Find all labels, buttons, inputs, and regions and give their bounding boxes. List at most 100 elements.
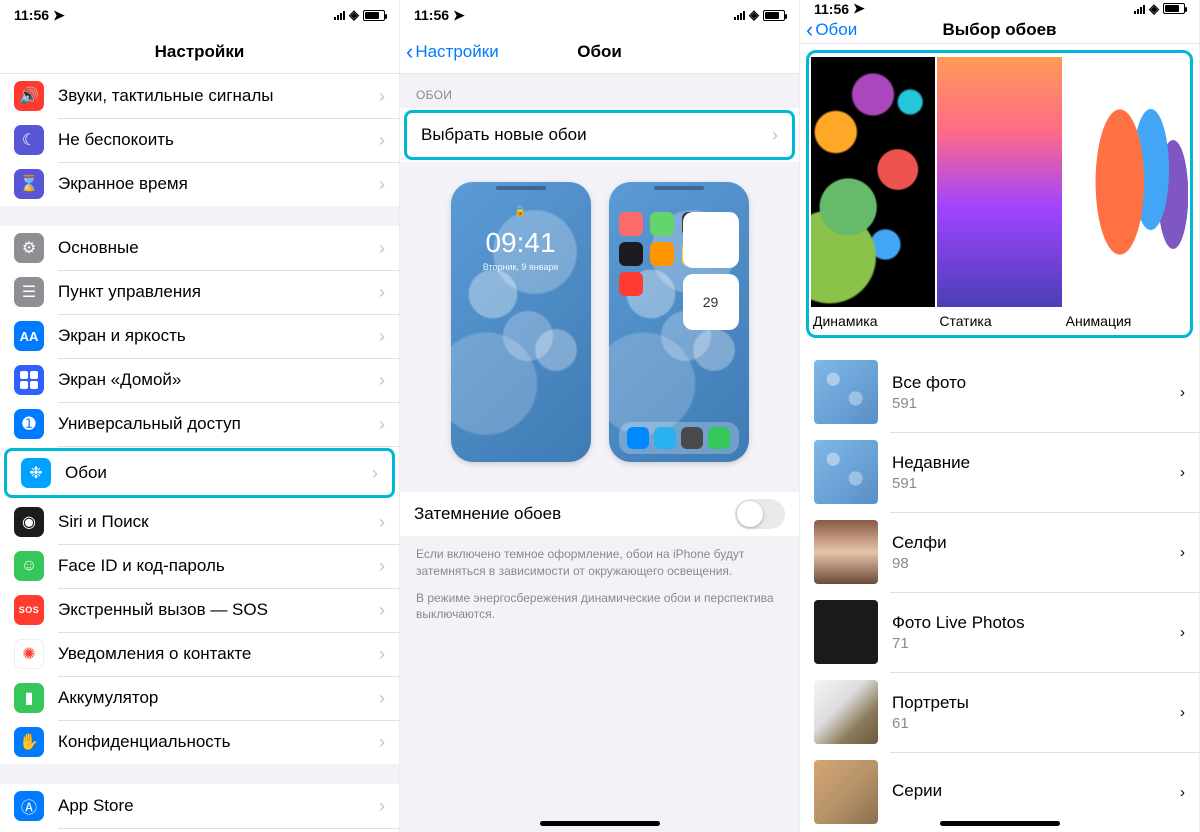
sos-icon: SOS xyxy=(14,595,44,625)
album-name: Все фото xyxy=(892,373,1180,393)
row-general[interactable]: ⚙Основные› xyxy=(0,226,399,270)
row-privacy[interactable]: ✋Конфиденциальность› xyxy=(0,720,399,764)
cell-signal-icon xyxy=(334,10,345,20)
row-sounds[interactable]: 🔊Звуки, тактильные сигналы› xyxy=(0,74,399,118)
back-button[interactable]: ‹ Обои xyxy=(806,18,857,43)
home-indicator[interactable] xyxy=(540,821,660,826)
dim-wallpaper-switch[interactable] xyxy=(735,499,785,529)
chevron-right-icon: › xyxy=(372,463,378,484)
back-button[interactable]: ‹ Настройки xyxy=(406,30,499,73)
row-access[interactable]: ➊Универсальный доступ› xyxy=(0,402,399,446)
row-label: Аккумулятор xyxy=(58,688,373,708)
chevron-right-icon: › xyxy=(379,796,385,817)
chevron-left-icon: ‹ xyxy=(406,41,413,63)
album-thumbnail xyxy=(814,440,878,504)
row-control[interactable]: ☰Пункт управления› xyxy=(0,270,399,314)
lockscreen-preview[interactable]: 🔒 09:41 Вторник, 9 января xyxy=(451,182,591,462)
row-home[interactable]: Экран «Домой» › xyxy=(0,358,399,402)
hand-icon: ✋ xyxy=(14,727,44,757)
screen-wallpaper-picker: 11:56 ➤ ◈ ‹ Обои Выбор обоев ДинамикаСта… xyxy=(800,0,1200,832)
section-header-wallpaper: ОБОИ xyxy=(400,74,799,108)
chevron-right-icon: › xyxy=(379,556,385,577)
album-name: Портреты xyxy=(892,693,1180,713)
chevron-right-icon: › xyxy=(379,326,385,347)
row-label: Универсальный доступ xyxy=(58,414,373,434)
choose-new-wallpaper-row[interactable]: Выбрать новые обои › xyxy=(407,113,792,157)
row-battery[interactable]: ▮Аккумулятор› xyxy=(0,676,399,720)
category-label: Динамика xyxy=(811,307,935,331)
volume-icon: 🔊 xyxy=(14,81,44,111)
home-indicator[interactable] xyxy=(940,821,1060,826)
chevron-right-icon: › xyxy=(379,688,385,709)
album-name: Недавние xyxy=(892,453,1180,473)
row-label: Обои xyxy=(65,463,366,483)
wifi-icon: ◈ xyxy=(1149,1,1159,17)
hourglass-icon: ⌛ xyxy=(14,169,44,199)
album-all-photos[interactable]: Все фото591› xyxy=(800,352,1199,432)
choose-new-wallpaper-label: Выбрать новые обои xyxy=(421,125,766,145)
row-label: Не беспокоить xyxy=(58,130,373,150)
battery-icon xyxy=(363,10,385,21)
chevron-right-icon: › xyxy=(379,174,385,195)
chevron-right-icon: › xyxy=(1180,384,1185,401)
chevron-right-icon: › xyxy=(1180,464,1185,481)
statusbar: 11:56 ➤ ◈ xyxy=(800,0,1199,18)
nav-header: ‹ Настройки Обои xyxy=(400,30,799,74)
widget-weather xyxy=(683,212,739,268)
chevron-right-icon: › xyxy=(379,130,385,151)
album-livephotos[interactable]: Фото Live Photos71› xyxy=(800,592,1199,672)
album-thumbnail xyxy=(814,360,878,424)
row-siri[interactable]: ◉Siri и Поиск› xyxy=(0,500,399,544)
row-label: Звуки, тактильные сигналы xyxy=(58,86,373,106)
row-exposure[interactable]: ✺Уведомления о контакте› xyxy=(0,632,399,676)
row-screentime[interactable]: ⌛Экранное время› xyxy=(0,162,399,206)
row-wallpaper[interactable]: ❉Обои› xyxy=(7,451,392,495)
battery-icon xyxy=(763,10,785,21)
category-dynamic[interactable]: Динамика xyxy=(811,57,935,331)
row-label: Экран «Домой» xyxy=(58,370,373,390)
album-portraits[interactable]: Портреты61› xyxy=(800,672,1199,752)
back-label: Настройки xyxy=(415,42,498,62)
row-faceid[interactable]: ☺ Face ID и код-пароль › xyxy=(0,544,399,588)
wifi-icon: ◈ xyxy=(749,7,759,23)
settings-list[interactable]: 🔊Звуки, тактильные сигналы›☾Не беспокоит… xyxy=(0,74,399,832)
album-recents[interactable]: Недавние 591› xyxy=(800,432,1199,512)
chevron-right-icon: › xyxy=(379,370,385,391)
dim-wallpaper-row[interactable]: Затемнение обоев xyxy=(400,492,799,536)
siri-icon: ◉ xyxy=(14,507,44,537)
back-label: Обои xyxy=(815,20,857,40)
album-count: 591 xyxy=(892,475,1180,492)
lockscreen-date: Вторник, 9 января xyxy=(451,262,591,272)
category-static[interactable]: Статика xyxy=(937,57,1061,331)
gear-icon: ⚙ xyxy=(14,233,44,263)
statusbar: 11:56 ➤ ◈ xyxy=(0,0,399,30)
album-thumbnail xyxy=(814,760,878,824)
faceid-icon: ☺ xyxy=(14,551,44,581)
homescreen-preview[interactable]: 29 xyxy=(609,182,749,462)
row-appstore[interactable]: ⒶApp Store› xyxy=(0,784,399,828)
row-dnd[interactable]: ☾Не беспокоить› xyxy=(0,118,399,162)
chevron-right-icon: › xyxy=(379,238,385,259)
aa-icon: AA xyxy=(14,321,44,351)
album-thumbnail xyxy=(814,600,878,664)
wifi-icon: ◈ xyxy=(349,7,359,23)
row-label: Face ID и код-пароль xyxy=(58,556,373,576)
chevron-left-icon: ‹ xyxy=(806,19,813,41)
location-icon: ➤ xyxy=(453,7,465,24)
category-live[interactable]: Анимация xyxy=(1064,57,1188,331)
chevron-right-icon: › xyxy=(1180,624,1185,641)
chevron-right-icon: › xyxy=(1180,544,1185,561)
appstore-icon: Ⓐ xyxy=(14,791,44,821)
row-label: Экстренный вызов — SOS xyxy=(58,600,373,620)
row-wallet[interactable]: ▤Wallet и Apple Pay› xyxy=(0,828,399,832)
chevron-right-icon: › xyxy=(379,644,385,665)
album-bursts[interactable]: Серии› xyxy=(800,752,1199,832)
status-time: 11:56 xyxy=(14,7,49,23)
row-sos[interactable]: SOSЭкстренный вызов — SOS› xyxy=(0,588,399,632)
row-label: Уведомления о контакте xyxy=(58,644,373,664)
row-label: Siri и Поиск xyxy=(58,512,373,532)
album-name: Серии xyxy=(892,781,1180,801)
album-count: 98 xyxy=(892,555,1180,572)
album-selfies[interactable]: Селфи98› xyxy=(800,512,1199,592)
row-display[interactable]: AAЭкран и яркость› xyxy=(0,314,399,358)
